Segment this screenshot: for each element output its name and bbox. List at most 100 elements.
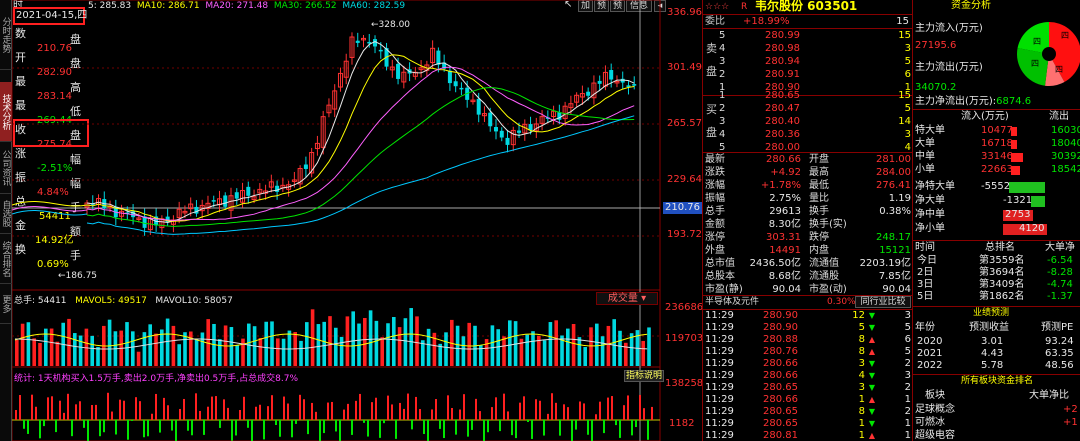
concept-name[interactable]: 超级电容 — [915, 430, 955, 441]
ask-volume: 3 — [904, 43, 911, 54]
indicator-bar — [91, 405, 93, 420]
indicator-bar — [51, 396, 53, 420]
volume-bar — [618, 330, 622, 366]
volume-bar — [189, 331, 193, 366]
sidebar-tab-2[interactable]: 公司资讯 — [0, 142, 12, 194]
candle-body — [447, 70, 452, 84]
sector-compare-button[interactable]: 同行业比较 — [855, 296, 911, 308]
sidebar-tab-0[interactable]: 分时走势 — [0, 0, 12, 70]
flow-header-out: 流出 — [1049, 111, 1069, 122]
sidebar-tab-3[interactable]: 自选股 — [0, 194, 12, 234]
indicator-bar — [571, 420, 573, 441]
indicator-bar — [243, 396, 245, 420]
volume-axis-label: 236686 — [665, 302, 704, 313]
stat-value: 2203.19亿 — [859, 258, 911, 269]
indicator-bar — [159, 420, 161, 433]
arrow-down-icon: ▼ — [868, 323, 875, 332]
volume-bar — [409, 308, 413, 366]
volume-bar — [299, 340, 303, 366]
indicator-bar — [427, 420, 429, 441]
volume-bar — [136, 351, 141, 366]
net-flow-row: 主力净流出(万元):6874.6 — [915, 96, 1031, 108]
tick-count: 6 — [904, 334, 911, 345]
net-value: -5552 — [981, 181, 1011, 192]
volume-bar — [542, 340, 547, 366]
stat-label: 涨幅 — [705, 180, 725, 191]
net-label: 净大单 — [915, 195, 945, 206]
tick-price: 280.66 — [763, 370, 798, 381]
flow-in-bar — [1011, 140, 1018, 149]
stat-value: 15121 — [879, 245, 911, 256]
indicator-bar — [227, 407, 229, 420]
inflow-value: 27195.6 — [915, 40, 957, 51]
indicator-bar — [539, 400, 541, 420]
indicator-bar — [575, 420, 577, 430]
pie-label: 四 — [1055, 65, 1063, 74]
volume-bar — [276, 338, 280, 366]
indicator-bar — [603, 420, 605, 434]
indicator-bar — [543, 420, 545, 436]
inflow-label: 主力流入(万元) — [915, 23, 983, 34]
volume-bar — [38, 342, 42, 366]
indicator-bar — [199, 410, 201, 420]
indicator-help-button[interactable]: 指标说明 — [624, 370, 664, 382]
indicator-bar — [315, 411, 317, 420]
indicator-bar — [75, 404, 77, 420]
indicator-bar — [483, 420, 485, 441]
candle-body — [275, 185, 280, 192]
bid-price: 280.47 — [765, 103, 800, 114]
tick-time: 11:29 — [705, 382, 734, 393]
sidebar-tab-4[interactable]: 综合排名 — [0, 234, 12, 284]
indicator-bar — [247, 420, 249, 428]
tick-count: 2 — [904, 406, 911, 417]
candle-body — [459, 87, 464, 90]
stat-value: 284.00 — [876, 167, 911, 178]
bid-volume: 15 — [898, 90, 911, 101]
indicator-bar — [271, 395, 273, 420]
indicator-bar — [499, 420, 501, 432]
volume-bar — [363, 318, 367, 366]
stat-value: 29613 — [769, 206, 801, 217]
volume-bar — [148, 324, 152, 366]
tick-volume: 8 — [858, 334, 865, 345]
flow-in-value: 16718 — [981, 138, 1013, 149]
candle-body — [620, 78, 625, 83]
indicator-bar — [363, 420, 365, 423]
indicator-bar — [639, 394, 641, 420]
fund-panel: 资金分析 主力流入(万元) 27195.6 主力流出(万元) 34070.2 主… — [912, 0, 1080, 441]
indicator-bar — [583, 403, 585, 420]
candle-body — [223, 195, 228, 207]
stat-value: +4.92 — [770, 167, 801, 178]
stat-value: 303.31 — [766, 232, 801, 243]
volume-bar — [177, 344, 181, 366]
indicator-stats: 统计: 1天机构买入1.5万手,卖出2.0万手,净卖出0.5万手,占总成交8.7… — [14, 374, 299, 384]
indicator-axis-label: 138258 — [665, 378, 704, 389]
indicator-bar — [359, 393, 361, 420]
volume-bar — [397, 327, 402, 366]
concept-name[interactable]: 足球概念 — [915, 404, 955, 416]
buy-label-1: 买 — [706, 103, 717, 116]
sidebar-tab-1[interactable]: 技术分析 — [0, 82, 12, 142]
stat-label: 涨停 — [705, 232, 725, 243]
tick-count: 5 — [904, 322, 911, 333]
indicator-bar — [523, 396, 525, 420]
flow-in-bar — [1011, 153, 1023, 162]
stat-value: 248.17 — [876, 232, 911, 243]
concept-name[interactable]: 可燃冰 — [915, 417, 945, 429]
flow-out-value: 16030 — [1051, 125, 1080, 136]
rank-header-time: 时间 — [915, 242, 935, 253]
tick-price: 280.66 — [763, 394, 798, 405]
indicator-dropdown[interactable]: 成交量 ▾ — [596, 292, 658, 305]
volume-bar — [73, 333, 77, 366]
rank-time: 2日 — [917, 267, 934, 278]
favorite-stars-icon[interactable]: ☆☆☆ — [705, 1, 729, 13]
sidebar-tab-5[interactable]: 更多 — [0, 284, 12, 324]
bid-level: 2 — [719, 103, 726, 114]
wei-bi-right: 15 — [896, 16, 909, 27]
volume-bar — [403, 318, 408, 366]
price-axis-label: 193.72 — [667, 229, 702, 240]
indicator-bar — [175, 420, 177, 441]
tick-volume: 5 — [858, 322, 865, 333]
tick-price: 280.66 — [763, 358, 798, 369]
indicator-bar — [71, 420, 73, 437]
